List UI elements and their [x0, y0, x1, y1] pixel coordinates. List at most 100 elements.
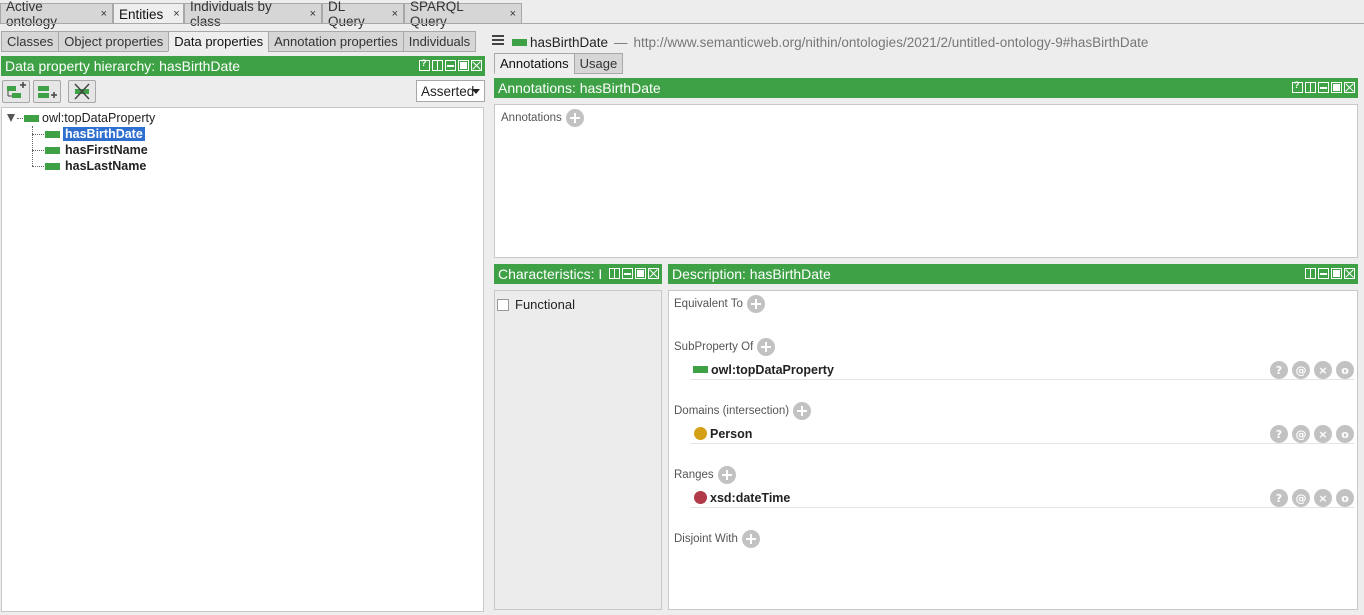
- hierarchy-title: Data property hierarchy: hasBirthDate: [5, 58, 240, 74]
- tab-label: DL Query: [328, 0, 365, 29]
- tab-annotations[interactable]: Annotations: [494, 53, 575, 74]
- expand-triangle-icon[interactable]: [6, 113, 16, 123]
- characteristics-header: Characteristics: I: [494, 264, 662, 284]
- maximize-icon[interactable]: [1331, 268, 1342, 279]
- tab-annotation-properties[interactable]: Annotation properties: [268, 31, 404, 52]
- close-icon[interactable]: ×: [310, 8, 316, 20]
- tree-node-hasbirthdate[interactable]: hasBirthDate: [45, 126, 145, 142]
- row-actions: ? @ × o: [1270, 425, 1354, 443]
- close-icon[interactable]: ×: [101, 8, 107, 20]
- close-view-icon[interactable]: [1344, 82, 1355, 93]
- tree-node-hasfirstname[interactable]: hasFirstName: [45, 142, 150, 158]
- tab-sparql-query[interactable]: SPARQL Query ×: [404, 0, 522, 29]
- annotate-button[interactable]: @: [1292, 361, 1310, 379]
- edit-button[interactable]: o: [1336, 361, 1354, 379]
- delete-property-icon: [74, 83, 90, 100]
- tab-label: SPARQL Query: [410, 0, 464, 29]
- close-view-icon[interactable]: [471, 60, 482, 71]
- maximize-icon[interactable]: [458, 60, 469, 71]
- equivalent-to-section: Equivalent To: [674, 295, 765, 313]
- annotations-panel: [494, 104, 1358, 258]
- tab-active-ontology[interactable]: Active ontology ×: [0, 0, 113, 29]
- entity-separator: —: [614, 34, 628, 50]
- add-annotation-button[interactable]: [565, 109, 584, 127]
- close-view-icon[interactable]: [1344, 268, 1355, 279]
- add-disjoint-button[interactable]: [741, 530, 760, 548]
- top-tab-bar: Active ontology × Entities × Individuals…: [0, 0, 522, 29]
- tab-individuals-by-class[interactable]: Individuals by class ×: [184, 0, 322, 29]
- tab-classes[interactable]: Classes: [1, 31, 60, 52]
- help-icon[interactable]: [419, 58, 430, 71]
- split-icon[interactable]: [1305, 268, 1316, 279]
- close-view-icon[interactable]: [648, 268, 659, 279]
- minimize-icon[interactable]: [1318, 268, 1329, 279]
- section-label: Equivalent To: [674, 298, 743, 310]
- tree-node-label: hasBirthDate: [63, 127, 145, 141]
- annotations-section: Annotations: [501, 109, 584, 127]
- close-icon[interactable]: ×: [392, 8, 398, 20]
- minimize-icon[interactable]: [622, 268, 633, 279]
- annotate-button[interactable]: @: [1292, 489, 1310, 507]
- tree-connector: [32, 150, 44, 151]
- tab-individuals[interactable]: Individuals: [402, 31, 477, 52]
- hierarchy-mode-select[interactable]: Asserted: [416, 80, 485, 102]
- tab-usage[interactable]: Usage: [573, 53, 624, 74]
- entity-view-tabs: Annotations Usage: [494, 53, 624, 74]
- section-label: Ranges: [674, 469, 714, 481]
- subproperty-of-section: SubProperty Of: [674, 338, 776, 356]
- delete-button[interactable]: ×: [1314, 361, 1332, 379]
- annotations-title: Annotations: hasBirthDate: [498, 80, 661, 96]
- domain-row[interactable]: Person ? @ × o: [690, 424, 1354, 444]
- range-value: xsd:dateTime: [710, 490, 791, 505]
- help-icon[interactable]: [1292, 80, 1303, 93]
- edit-button[interactable]: o: [1336, 425, 1354, 443]
- tree-connector: [32, 126, 33, 166]
- menu-icon[interactable]: [492, 35, 504, 47]
- minimize-icon[interactable]: [445, 60, 456, 71]
- add-sibling-property-icon: [38, 86, 57, 98]
- add-sub-property-button[interactable]: [2, 80, 30, 103]
- class-icon: [694, 427, 707, 440]
- add-domain-button[interactable]: [793, 402, 812, 420]
- view-controls: [607, 268, 659, 279]
- delete-button[interactable]: ×: [1314, 425, 1332, 443]
- explain-button[interactable]: ?: [1270, 361, 1288, 379]
- tree-node-haslastname[interactable]: hasLastName: [45, 158, 148, 174]
- view-controls: [1292, 80, 1355, 93]
- split-icon[interactable]: [1305, 82, 1316, 93]
- minimize-icon[interactable]: [1318, 82, 1329, 93]
- tab-data-properties[interactable]: Data properties: [168, 31, 270, 52]
- domain-value: Person: [710, 426, 753, 441]
- functional-checkbox-row[interactable]: Functional: [497, 297, 575, 312]
- subproperty-row[interactable]: owl:topDataProperty ? @ × o: [690, 360, 1354, 380]
- split-icon[interactable]: [432, 60, 443, 71]
- tree-node-label: hasFirstName: [65, 143, 148, 157]
- tab-object-properties[interactable]: Object properties: [58, 31, 170, 52]
- delete-property-button[interactable]: [68, 80, 96, 103]
- tab-divider: [0, 23, 1364, 24]
- range-row[interactable]: xsd:dateTime ? @ × o: [690, 488, 1354, 508]
- entity-name: hasBirthDate: [530, 34, 609, 50]
- tab-entities[interactable]: Entities ×: [113, 3, 184, 24]
- explain-button[interactable]: ?: [1270, 489, 1288, 507]
- data-property-icon: [693, 366, 708, 373]
- add-superproperty-button[interactable]: [757, 338, 776, 356]
- description-title: Description: hasBirthDate: [672, 266, 831, 282]
- close-icon[interactable]: ×: [173, 8, 179, 20]
- edit-button[interactable]: o: [1336, 489, 1354, 507]
- delete-button[interactable]: ×: [1314, 489, 1332, 507]
- maximize-icon[interactable]: [1331, 82, 1342, 93]
- tab-dl-query[interactable]: DL Query ×: [322, 0, 404, 29]
- view-controls: [1305, 268, 1355, 279]
- explain-button[interactable]: ?: [1270, 425, 1288, 443]
- annotate-button[interactable]: @: [1292, 425, 1310, 443]
- property-tree: owl:topDataProperty hasBirthDate hasFirs…: [1, 107, 484, 612]
- add-equivalent-button[interactable]: [746, 295, 765, 313]
- split-icon[interactable]: [609, 268, 620, 279]
- tree-node-root[interactable]: owl:topDataProperty: [24, 110, 155, 126]
- add-sibling-property-button[interactable]: [33, 80, 61, 103]
- add-range-button[interactable]: [717, 466, 736, 484]
- functional-checkbox[interactable]: [497, 298, 509, 311]
- maximize-icon[interactable]: [635, 268, 646, 279]
- close-icon[interactable]: ×: [510, 8, 516, 20]
